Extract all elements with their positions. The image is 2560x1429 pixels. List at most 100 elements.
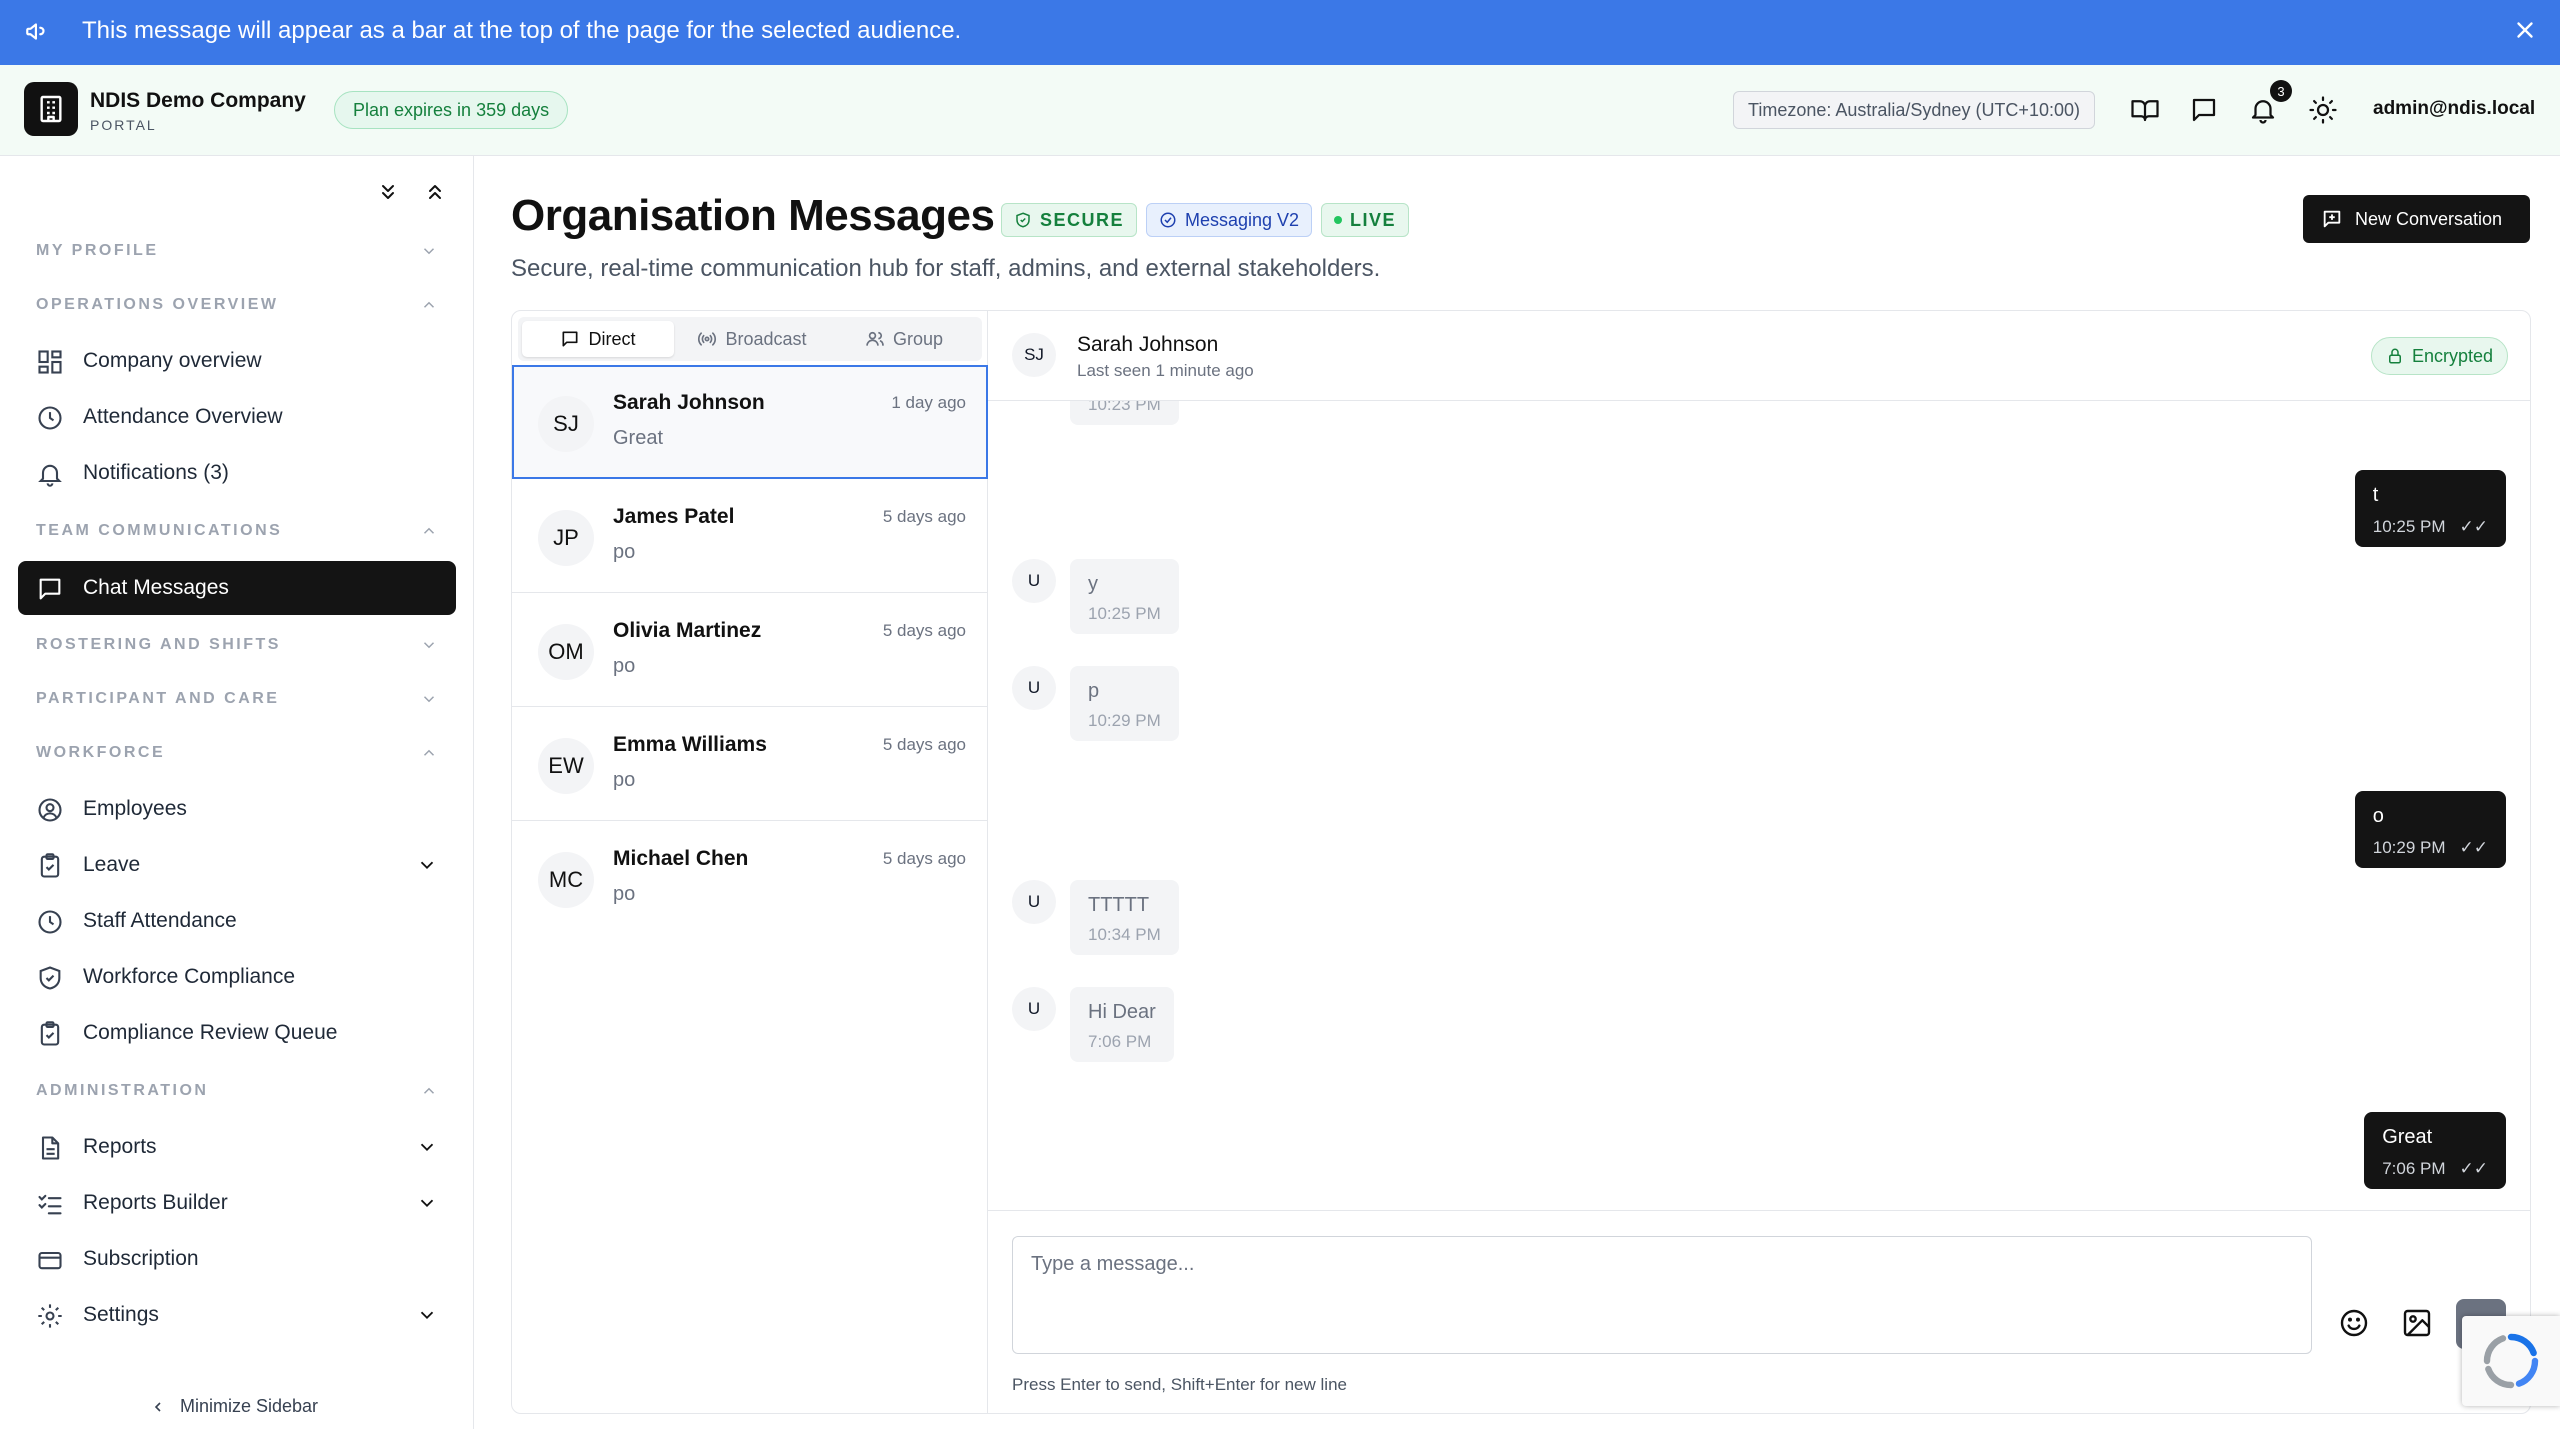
chevron-down-icon[interactable] — [416, 1192, 438, 1214]
tab-label: Broadcast — [725, 328, 807, 349]
smile-icon[interactable] — [2338, 1307, 2370, 1339]
conversation-item[interactable]: OM Olivia Martinez 5 days ago po — [512, 593, 988, 707]
tab-label: Direct — [588, 328, 636, 349]
avatar: U — [1012, 666, 1056, 710]
tab-direct[interactable]: Direct — [522, 321, 674, 357]
chevron-down-icon[interactable] — [420, 242, 438, 260]
message-input[interactable] — [1012, 1236, 2312, 1354]
gear-icon — [38, 1304, 62, 1328]
sun-icon[interactable] — [2308, 95, 2338, 125]
conversation-time: 5 days ago — [882, 849, 966, 868]
sidebar-item-label: Workforce Compliance — [83, 965, 296, 988]
radio-icon — [698, 332, 717, 346]
message-text: p — [1088, 680, 1100, 702]
conversation-item[interactable]: JP James Patel 5 days ago po — [512, 479, 988, 593]
chevron-down-icon[interactable] — [420, 690, 438, 708]
conversation-preview: po — [613, 769, 636, 791]
page-subtitle: Secure, real-time communication hub for … — [511, 255, 1381, 282]
expand-all-icon[interactable] — [376, 180, 400, 204]
chevron-up-icon[interactable] — [420, 1082, 438, 1100]
conversation-item[interactable]: SJ Sarah Johnson 1 day ago Great — [512, 365, 988, 479]
avatar: JP — [538, 510, 594, 566]
shield-check-icon — [39, 966, 61, 990]
collapse-all-icon[interactable] — [423, 180, 447, 204]
shield-check-icon — [1016, 212, 1030, 228]
conversation-item[interactable]: MC Michael Chen 5 days ago po — [512, 821, 988, 935]
live-badge: LIVE — [1321, 203, 1410, 237]
user-menu[interactable]: admin@ndis.local — [2373, 98, 2535, 120]
message-composer: Press Enter to send, Shift+Enter for new… — [988, 1210, 2530, 1413]
sidebar-item-attendance-overview[interactable]: Attendance Overview — [18, 390, 456, 444]
conversation-preview: po — [613, 655, 636, 677]
chevron-left-icon — [154, 1401, 161, 1412]
message-time: 7:06 PM — [1088, 1032, 1152, 1051]
sidebar: MY PROFILE OPERATIONS OVERVIEW Company o… — [0, 156, 474, 1429]
chat-icon[interactable] — [2189, 95, 2219, 125]
conversation-tabs: Direct Broadcast Group — [518, 317, 982, 361]
conversation-name: Michael Chen — [613, 847, 749, 870]
sidebar-item-workforce-compliance[interactable]: Workforce Compliance — [18, 950, 456, 1004]
tab-broadcast[interactable]: Broadcast — [676, 321, 828, 357]
sidebar-item-settings[interactable]: Settings — [18, 1288, 456, 1342]
conversation-time: 5 days ago — [882, 621, 966, 640]
section-operations-overview[interactable]: OPERATIONS OVERVIEW — [36, 296, 279, 314]
image-icon[interactable] — [2401, 1307, 2433, 1339]
chevron-up-icon[interactable] — [420, 744, 438, 762]
recaptcha-badge[interactable] — [2462, 1316, 2560, 1406]
message-text: t — [2372, 484, 2379, 506]
tab-group[interactable]: Group — [830, 321, 978, 357]
chat-last-seen: Last seen 1 minute ago — [1077, 361, 1254, 380]
sidebar-item-reports[interactable]: Reports — [18, 1120, 456, 1174]
chevron-down-icon[interactable] — [416, 1304, 438, 1326]
chevron-down-icon[interactable] — [416, 854, 438, 876]
chevron-up-icon[interactable] — [420, 296, 438, 314]
section-participant-and-care[interactable]: PARTICIPANT AND CARE — [36, 690, 279, 708]
sidebar-item-company-overview[interactable]: Company overview — [18, 334, 456, 388]
company-logo[interactable] — [24, 82, 78, 136]
clipboard-check-icon — [40, 1021, 60, 1046]
sidebar-item-employees[interactable]: Employees — [18, 782, 456, 836]
chevron-up-icon[interactable] — [420, 522, 438, 540]
secure-label: SECURE — [1040, 209, 1125, 230]
chat-header: SJ Sarah Johnson Last seen 1 minute ago … — [988, 311, 2530, 401]
sidebar-item-label: Chat Messages — [83, 576, 229, 599]
section-workforce[interactable]: WORKFORCE — [36, 744, 165, 762]
notification-count-badge: 3 — [2270, 80, 2292, 102]
chat-window: SJ Sarah Johnson Last seen 1 minute ago … — [988, 311, 2530, 1413]
clock-icon — [38, 406, 62, 430]
chevron-down-icon[interactable] — [416, 1136, 438, 1158]
sidebar-item-reports-builder[interactable]: Reports Builder — [18, 1176, 456, 1230]
message-bubble-outgoing: o 10:29 PM ✓✓ — [2354, 791, 2506, 868]
messages-panel: Direct Broadcast Group SJ Sarah Johnson … — [511, 310, 2531, 1414]
company-name: NDIS Demo Company — [90, 89, 306, 112]
new-conversation-button[interactable]: New Conversation — [2303, 195, 2530, 243]
sidebar-item-label: Subscription — [83, 1247, 199, 1270]
sidebar-item-compliance-review-queue[interactable]: Compliance Review Queue — [18, 1006, 456, 1060]
sidebar-item-leave[interactable]: Leave — [18, 838, 456, 892]
book-icon[interactable] — [2130, 95, 2160, 125]
sidebar-item-notifications[interactable]: Notifications (3) — [18, 446, 456, 500]
sidebar-item-label: Leave — [83, 853, 141, 876]
sidebar-item-chat-messages[interactable]: Chat Messages — [18, 561, 456, 615]
message-text: TTTTT — [1088, 894, 1150, 916]
close-announcement-icon[interactable] — [2512, 17, 2538, 43]
section-my-profile[interactable]: MY PROFILE — [36, 242, 159, 260]
conversation-item[interactable]: EW Emma Williams 5 days ago po — [512, 707, 988, 821]
message-plus-icon — [2323, 210, 2341, 228]
chevron-down-icon[interactable] — [420, 636, 438, 654]
encrypted-badge: Encrypted — [2370, 337, 2508, 375]
bell-icon — [38, 464, 62, 487]
section-rostering-and-shifts[interactable]: ROSTERING AND SHIFTS — [36, 636, 281, 654]
new-conversation-label: New Conversation — [2355, 208, 2503, 229]
conversation-list: Direct Broadcast Group SJ Sarah Johnson … — [512, 311, 988, 1413]
sidebar-item-subscription[interactable]: Subscription — [18, 1232, 456, 1286]
section-administration[interactable]: ADMINISTRATION — [36, 1082, 208, 1100]
avatar: OM — [538, 624, 594, 680]
encrypted-label: Encrypted — [2411, 345, 2493, 366]
megaphone-icon — [26, 23, 45, 40]
message-square-icon — [562, 331, 578, 347]
chat-contact-name: Sarah Johnson — [1077, 333, 1219, 356]
minimize-sidebar-button[interactable]: Minimize Sidebar — [150, 1396, 318, 1417]
section-team-communications[interactable]: TEAM COMMUNICATIONS — [36, 522, 282, 540]
sidebar-item-staff-attendance[interactable]: Staff Attendance — [18, 894, 456, 948]
